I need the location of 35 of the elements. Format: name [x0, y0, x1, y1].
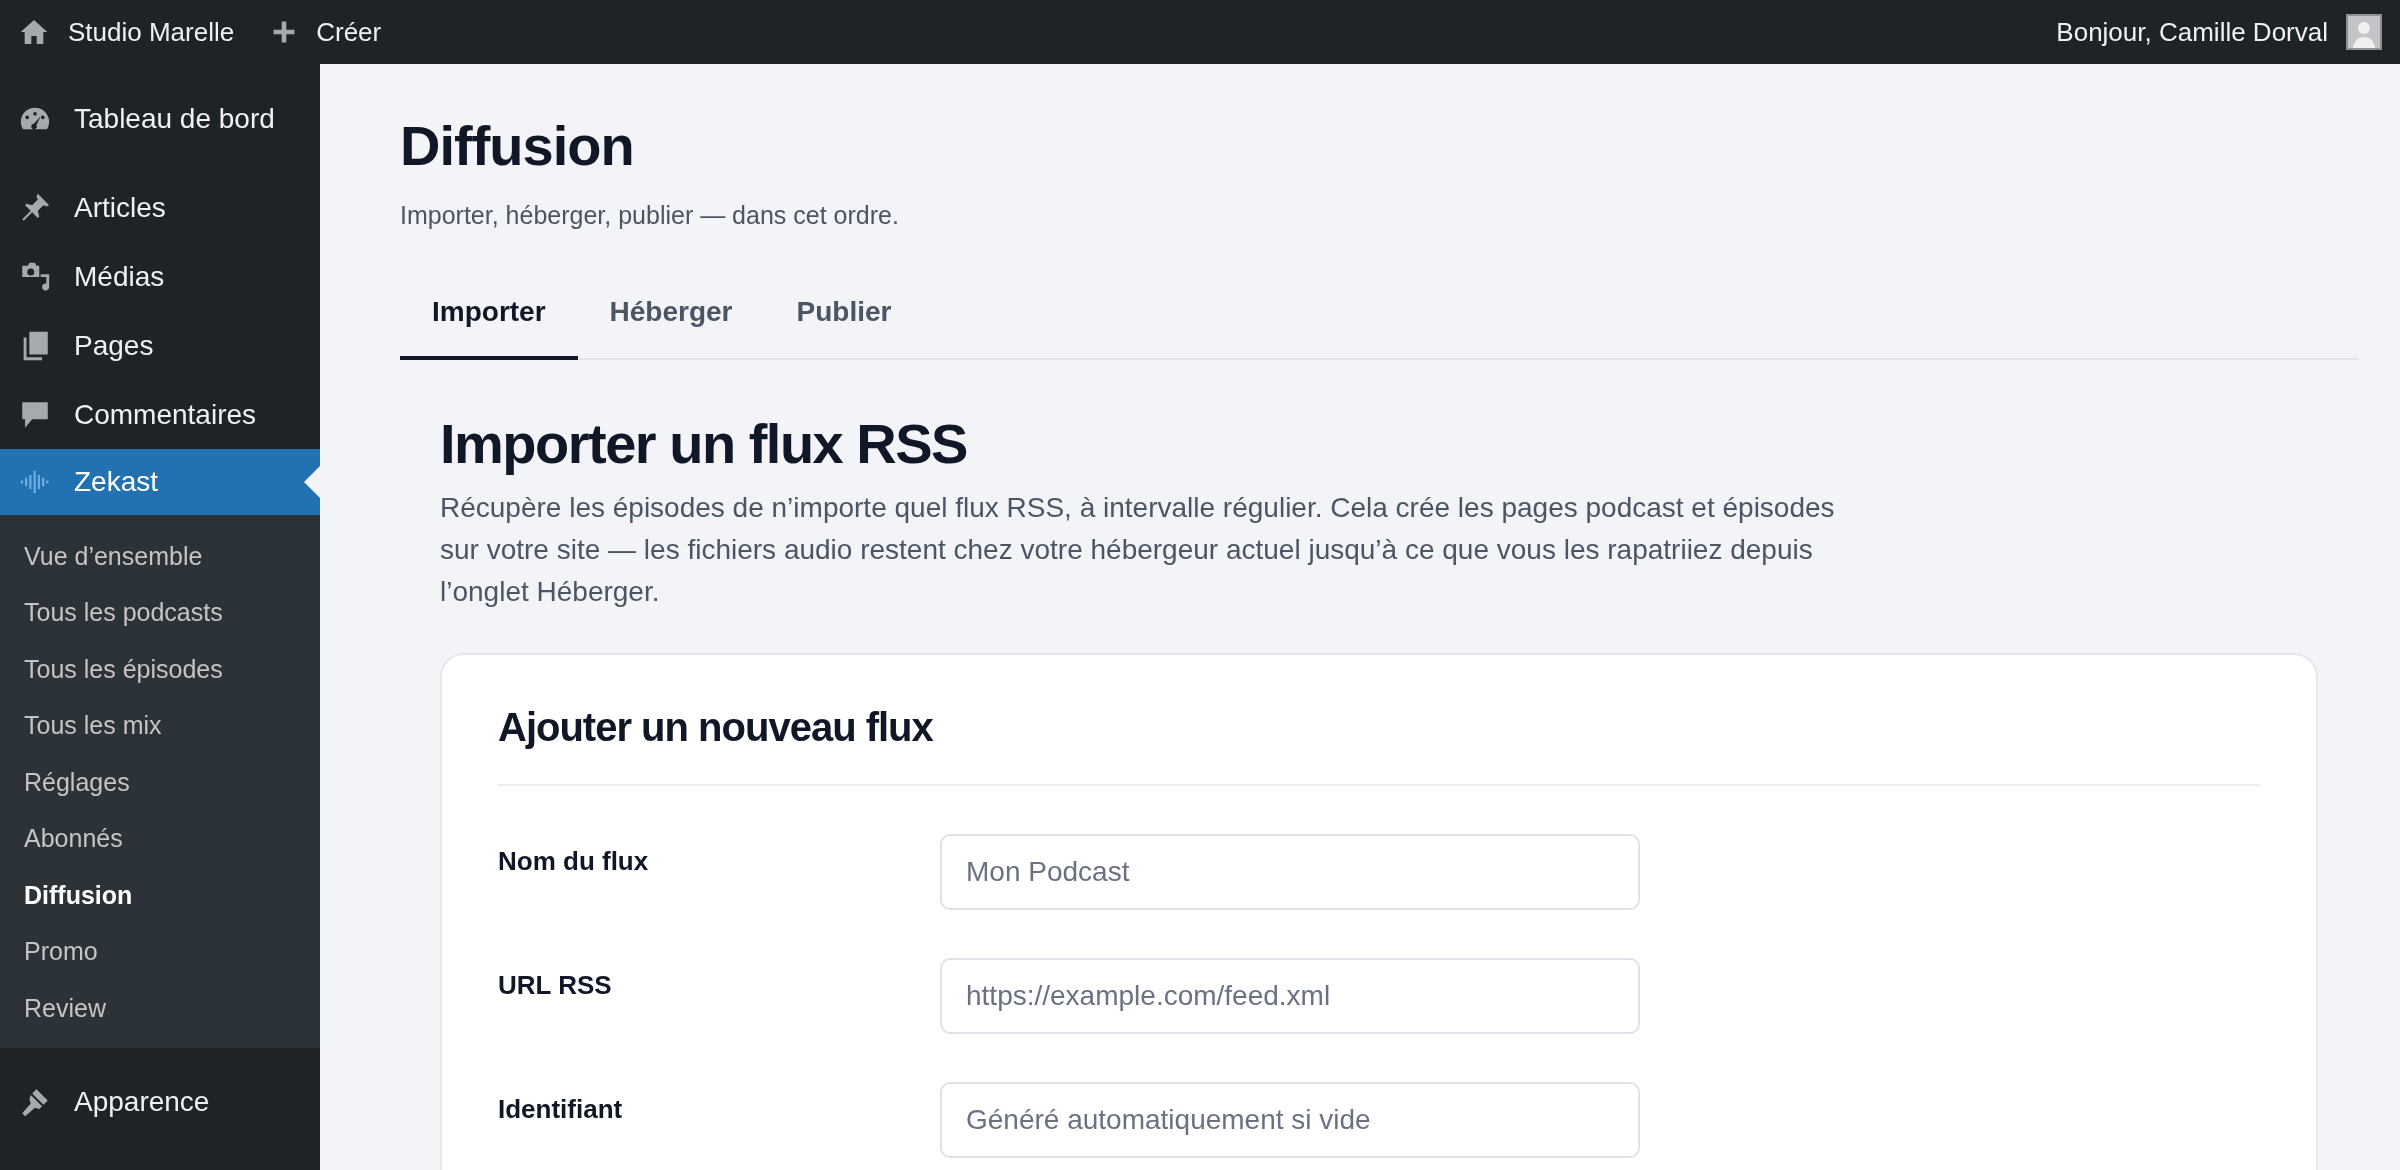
field-label: Nom du flux	[498, 845, 650, 878]
submenu-item[interactable]: Tous les épisodes	[0, 641, 247, 698]
account-link[interactable]: Bonjour, Camille Dorval	[2056, 14, 2382, 50]
new-content-link[interactable]: Créer	[270, 16, 382, 48]
tab[interactable]: Importer	[400, 266, 578, 361]
submenu-item[interactable]: Tous les podcasts	[0, 584, 247, 641]
menu-item[interactable]: Tableau de bord	[0, 84, 320, 153]
menu-item[interactable]: Médias	[0, 242, 320, 311]
tab[interactable]: Publier	[764, 266, 924, 361]
input-field[interactable]: Mon Podcast	[940, 834, 1640, 911]
submenu-item[interactable]: Abonnés	[0, 810, 147, 867]
submenu-item[interactable]: Diffusion	[0, 867, 157, 924]
page-subtitle: Importer, héberger, publier — dans cet ordre.	[400, 201, 900, 231]
submenu-item[interactable]: Tous les mix	[0, 697, 186, 754]
menu-item[interactable]: Articles	[0, 173, 320, 242]
menu-item[interactable]: Commentaires	[0, 380, 320, 449]
tab[interactable]: Héberger	[577, 266, 765, 361]
input-field[interactable]: https://example.com/feed.xml	[940, 958, 1640, 1035]
menu-item[interactable]: Apparence	[0, 1067, 320, 1137]
menu-item[interactable]: Pages	[0, 311, 320, 380]
page-title: Diffusion	[400, 113, 635, 179]
menu-item[interactable]: Zekast	[0, 449, 320, 515]
field-label: Identifiant	[498, 1093, 624, 1126]
submenu-item[interactable]: Review	[0, 980, 130, 1037]
site-name-link[interactable]: Studio Marelle	[18, 16, 235, 48]
card-title: Ajouter un nouveau flux	[498, 705, 934, 751]
submenu-item[interactable]: Réglages	[0, 754, 154, 811]
field-label: URL RSS	[498, 969, 613, 1002]
submenu-item[interactable]: Promo	[0, 923, 122, 980]
section-description: Récupère les épisodes de n’importe quel flux RSS, à intervalle régulier. Cela crée les pages podcast et épisodes sur votre site — les fichiers audio restent chez votre hébergeur actuel jusqu’à ce que vous les rapatriiez depuis l’onglet Héberger.	[440, 491, 1836, 610]
active-pointer-icon	[304, 466, 320, 498]
section-title: Importer un flux RSS	[440, 411, 968, 478]
input-field[interactable]: Généré automatiquement si vide	[940, 1082, 1640, 1159]
avatar-icon	[2346, 14, 2382, 50]
submenu-item[interactable]: Vue d’ensemble	[0, 528, 227, 585]
